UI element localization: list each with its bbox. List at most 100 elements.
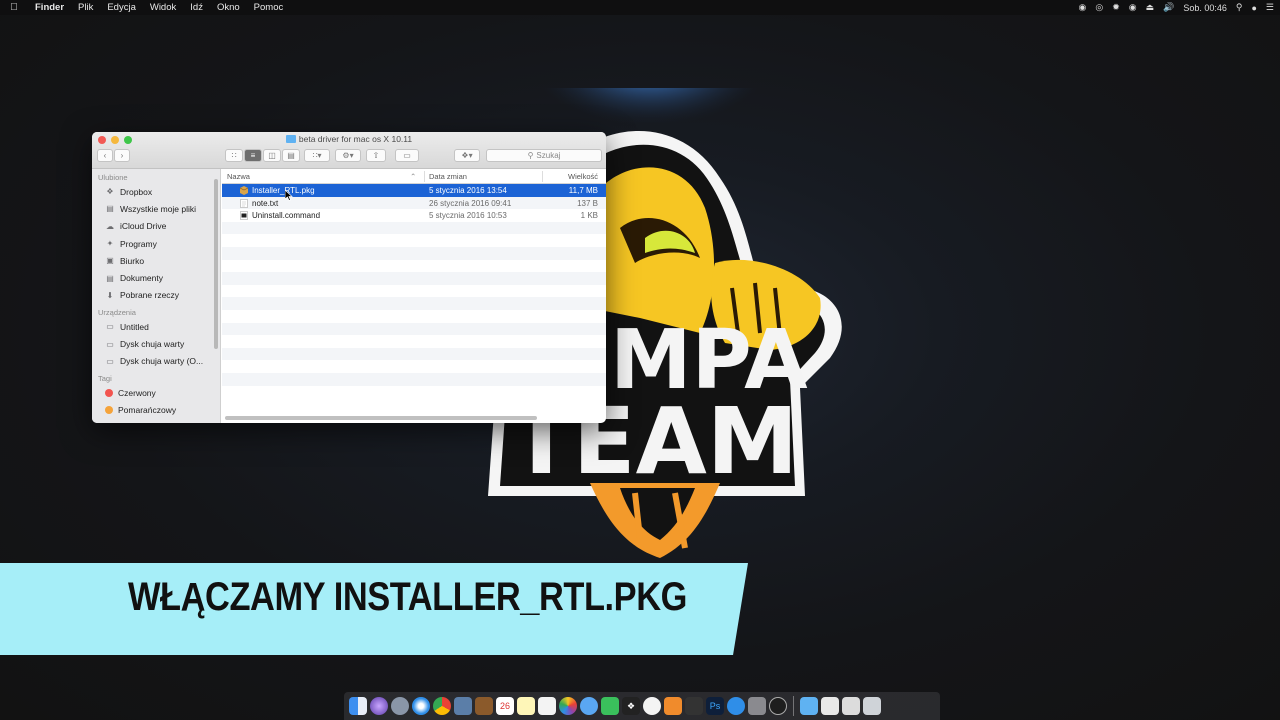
- sidebar-item-applications[interactable]: ✦ Programy: [92, 235, 220, 252]
- system-preferences-dock-icon[interactable]: [748, 697, 766, 715]
- chevron-left-icon: ‹: [103, 151, 107, 160]
- file-row-note[interactable]: note.txt 26 stycznia 2016 09:41 137 B: [222, 196, 606, 210]
- sidebar-item-label: Biurko: [120, 255, 145, 266]
- finder-titlebar[interactable]: beta driver for mac os X 10.11 ‹ › ∷ ≡ ◫…: [92, 132, 606, 169]
- file-row-uninstall[interactable]: Uninstall.command 5 stycznia 2016 10:53 …: [222, 209, 606, 222]
- sidebar-item-label: Dropbox: [120, 186, 153, 197]
- sidebar-item-icloud[interactable]: ☁ iCloud Drive: [92, 218, 220, 235]
- list-view-button[interactable]: ≡: [244, 149, 262, 162]
- menu-app-finder[interactable]: Finder: [28, 0, 71, 15]
- empty-row: [222, 372, 606, 386]
- menubar-clock[interactable]: Sob. 00:46: [1183, 3, 1227, 13]
- empty-row: [222, 297, 606, 310]
- menu-file[interactable]: Plik: [71, 0, 100, 15]
- dropbox-button[interactable]: ❖▾: [454, 149, 480, 162]
- notes-dock-icon[interactable]: [517, 697, 535, 715]
- headset-icon[interactable]: ◎: [1095, 2, 1103, 13]
- downloads-dock-icon[interactable]: [842, 697, 860, 715]
- launchpad-dock-icon[interactable]: [391, 697, 409, 715]
- facetime-dock-icon[interactable]: [601, 697, 619, 715]
- horizontal-scrollbar[interactable]: [225, 416, 537, 420]
- chevron-right-icon: ›: [120, 151, 124, 160]
- sidebar-header-favorites: Ulubione: [98, 173, 128, 182]
- empty-row: [222, 322, 606, 336]
- photoshop-dock-icon[interactable]: Ps: [706, 697, 724, 715]
- sort-chevron-icon: ⌃: [410, 172, 417, 181]
- spotlight-icon[interactable]: ⚲: [1236, 2, 1243, 13]
- mail-dock-icon[interactable]: [454, 697, 472, 715]
- sidebar-item-label: Dysk chuja warty: [120, 339, 185, 350]
- safari-dock-icon[interactable]: [412, 697, 430, 715]
- menu-edit[interactable]: Edycja: [100, 0, 143, 15]
- apple-menu-icon[interactable]: : [0, 2, 28, 13]
- photos-dock-icon[interactable]: [559, 697, 577, 715]
- volume-icon[interactable]: 🔊: [1163, 2, 1174, 13]
- share-button[interactable]: ⇧: [366, 149, 386, 162]
- tidal-dock-icon[interactable]: ❖: [622, 697, 640, 715]
- column-view-button[interactable]: ◫: [263, 149, 281, 162]
- trash-dock-icon[interactable]: [863, 697, 881, 715]
- action-button[interactable]: ⚙▾: [335, 149, 361, 162]
- disk-icon: ▭: [106, 356, 114, 366]
- sidebar-scrollbar[interactable]: [214, 179, 218, 349]
- ibooks-dock-icon[interactable]: [664, 697, 682, 715]
- arrange-button[interactable]: ∷▾: [304, 149, 330, 162]
- settings-icon[interactable]: ✹: [1112, 2, 1120, 13]
- empty-row: [222, 260, 606, 273]
- column-name-header[interactable]: Nazwa: [227, 172, 250, 181]
- calendar-dock-icon[interactable]: 26: [496, 697, 514, 715]
- messages-dock-icon[interactable]: [580, 697, 598, 715]
- forward-button[interactable]: ›: [114, 149, 130, 162]
- sidebar-item-disk-1[interactable]: ▭ Dysk chuja warty: [92, 335, 220, 352]
- finder-window[interactable]: beta driver for mac os X 10.11 ‹ › ∷ ≡ ◫…: [92, 132, 606, 423]
- file-row-installer[interactable]: Installer_RTL.pkg 5 stycznia 2016 13:54 …: [222, 184, 606, 197]
- sidebar-item-documents[interactable]: ▤ Dokumenty: [92, 269, 220, 286]
- siri-icon[interactable]: ●: [1251, 3, 1256, 13]
- menu-view[interactable]: Widok: [143, 0, 183, 15]
- dropbox-icon: ❖▾: [461, 151, 473, 160]
- siri-dock-icon[interactable]: [370, 697, 388, 715]
- stack-dock-icon[interactable]: [821, 697, 839, 715]
- menu-help[interactable]: Pomoc: [247, 0, 291, 15]
- notification-center-icon[interactable]: ☰: [1266, 2, 1274, 13]
- file-rows: Installer_RTL.pkg 5 stycznia 2016 13:54 …: [222, 184, 606, 398]
- obs-dock-icon[interactable]: [769, 697, 787, 715]
- record-icon[interactable]: ◉: [1078, 2, 1086, 13]
- sidebar-item-label: Pomarańczowy: [118, 404, 177, 415]
- contacts-dock-icon[interactable]: [475, 697, 493, 715]
- arrange-icon: ∷▾: [312, 151, 322, 160]
- column-size-header[interactable]: Wielkość: [568, 172, 598, 181]
- sidebar-item-tag-orange[interactable]: Pomarańczowy: [92, 401, 220, 418]
- file-size: 1 KB: [580, 211, 598, 221]
- sidebar-item-tag-red[interactable]: Czerwony: [92, 384, 220, 401]
- menu-go[interactable]: Idź: [183, 0, 210, 15]
- itunes-dock-icon[interactable]: [643, 697, 661, 715]
- column-date-header[interactable]: Data zmian: [429, 172, 467, 181]
- final-cut-dock-icon[interactable]: [685, 697, 703, 715]
- folder-dock-icon[interactable]: [800, 697, 818, 715]
- reminders-dock-icon[interactable]: [538, 697, 556, 715]
- eject-icon[interactable]: ⏏: [1146, 2, 1155, 13]
- finder-sidebar: Ulubione ❖ Dropbox ▤ Wszystkie moje pliki …: [92, 169, 221, 423]
- finder-dock-icon[interactable]: [349, 697, 367, 715]
- tag-icon: ▭: [403, 151, 411, 160]
- sidebar-item-downloads[interactable]: ⬇ Pobrane rzeczy: [92, 287, 220, 304]
- sidebar-item-dropbox[interactable]: ❖ Dropbox: [92, 183, 220, 200]
- file-size: 11,7 MB: [568, 186, 598, 195]
- sidebar-item-untitled[interactable]: ▭ Untitled: [92, 318, 220, 335]
- icon-view-button[interactable]: ∷: [225, 149, 243, 162]
- nvidia-icon[interactable]: ◉: [1129, 2, 1137, 13]
- menu-window[interactable]: Okno: [210, 0, 247, 15]
- search-field[interactable]: ⚲ Szukaj: [486, 149, 602, 162]
- text-file-icon: [240, 198, 248, 208]
- back-button[interactable]: ‹: [97, 149, 113, 162]
- sidebar-item-all-files[interactable]: ▤ Wszystkie moje pliki: [92, 200, 220, 217]
- search-placeholder: Szukaj: [536, 151, 561, 160]
- sidebar-item-desktop[interactable]: ▣ Biurko: [92, 252, 220, 269]
- cover-flow-button[interactable]: ▤: [282, 149, 300, 162]
- file-list[interactable]: Nazwa ⌃ Data zmian Wielkość Installer_RT…: [222, 169, 606, 423]
- chrome-dock-icon[interactable]: [433, 697, 451, 715]
- sidebar-item-disk-2[interactable]: ▭ Dysk chuja warty (O...: [92, 353, 220, 370]
- tags-button[interactable]: ▭: [395, 149, 419, 162]
- app-store-dock-icon[interactable]: [727, 697, 745, 715]
